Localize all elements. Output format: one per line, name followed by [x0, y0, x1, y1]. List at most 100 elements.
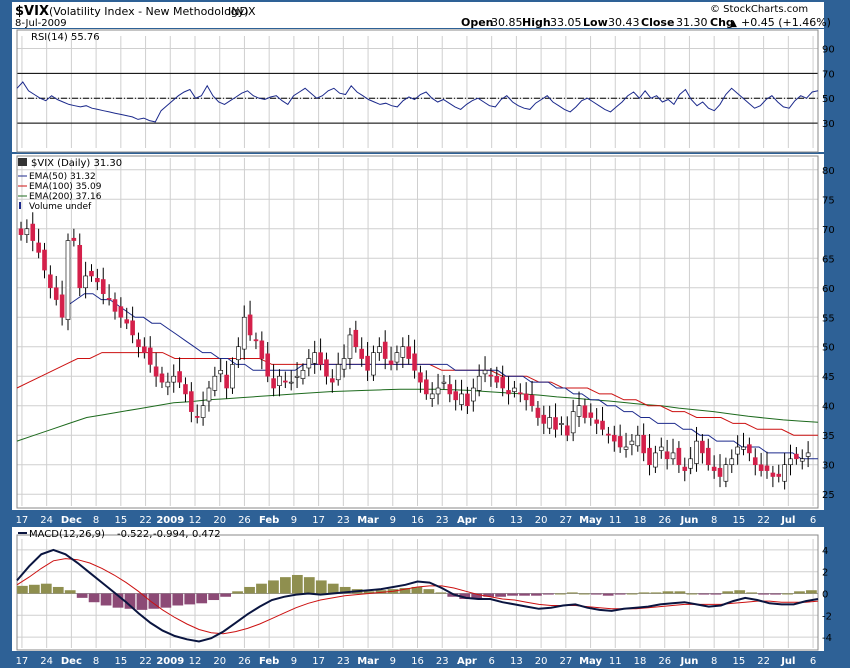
candle-body — [776, 473, 782, 477]
x-tick-label: 8 — [93, 515, 99, 526]
candle-body — [283, 380, 288, 383]
histogram-bar — [76, 593, 88, 598]
price-tick-label: 30 — [822, 461, 835, 472]
price-tick-label: 45 — [822, 372, 835, 383]
candle-body — [382, 341, 388, 359]
candle-body — [89, 270, 94, 277]
candle-body — [676, 447, 682, 466]
candle-body — [576, 405, 582, 417]
histogram-bar — [554, 593, 566, 595]
candle-body — [582, 405, 588, 418]
x-tick-label: 17 — [16, 656, 29, 667]
x-tick-label: 23 — [337, 515, 350, 526]
histogram-bar — [423, 589, 435, 594]
x-tick-label: 27 — [559, 656, 572, 667]
histogram-bar — [674, 591, 686, 594]
x-tick-label: Apr — [457, 515, 477, 526]
price-legend-icon — [18, 158, 27, 166]
histogram-bar — [184, 593, 196, 605]
histogram-bar — [626, 593, 638, 595]
price-tick-label: 80 — [822, 166, 835, 177]
candle-body — [506, 390, 511, 395]
x-tick-label: May — [579, 656, 602, 667]
candle-body — [271, 378, 276, 389]
candle-body — [277, 375, 282, 386]
x-tick-label: 2009 — [156, 656, 184, 667]
histogram-bar — [268, 580, 279, 594]
open-value: 30.85 — [491, 16, 523, 29]
price-tick-label: 50 — [822, 343, 835, 354]
candle-body — [705, 447, 711, 466]
candle-body — [441, 381, 447, 384]
candle-body — [83, 275, 88, 289]
x-tick-label: 24 — [40, 515, 53, 526]
x-tick-label: 26 — [238, 656, 251, 667]
x-tick-label: 27 — [559, 515, 572, 526]
histogram-bar — [88, 593, 100, 603]
candle-body — [600, 420, 605, 430]
x-tick-label: 6 — [810, 515, 816, 526]
candle-body — [611, 434, 617, 442]
macd-legend-v1: -0.522, — [117, 529, 152, 540]
price-tick-label: 70 — [822, 225, 835, 236]
candle-body — [717, 467, 723, 477]
histogram-bar — [734, 590, 746, 594]
candle-body — [535, 407, 541, 418]
x-tick-label: 9 — [390, 515, 396, 526]
candle-body — [429, 393, 435, 399]
candle-body — [799, 458, 805, 462]
macd-tick-label: 0 — [822, 590, 828, 601]
candle-body — [723, 464, 729, 482]
candle-body — [136, 339, 141, 348]
candle-body — [400, 346, 406, 358]
x-tick-label: 2009 — [156, 515, 184, 526]
candle-body — [658, 446, 664, 451]
candle-body — [177, 371, 182, 383]
x-tick-label: 20 — [213, 515, 226, 526]
x-tick-label: 20 — [535, 656, 548, 667]
ema50-legend: EMA(50) 31.32 — [29, 172, 96, 182]
candle-body — [159, 373, 165, 383]
x-axis-price: 17 24 Dec 8 15 22 2009 12 20 26 Feb 9 17 23 Mar 9 16 23 Ap… — [16, 515, 817, 526]
candle-body — [471, 387, 476, 402]
rsi-panel: RSI(14) 55.76 30 50 70 90 — [12, 29, 835, 153]
x-tick-label: 23 — [436, 515, 449, 526]
candle-body — [330, 378, 335, 383]
candle-body — [377, 346, 382, 353]
chart-svg: $VIX (Volatility Index - New Methodology… — [12, 2, 835, 667]
x-tick-label: Feb — [259, 656, 279, 667]
candle-body — [265, 353, 271, 377]
x-axis-macd: 17 24 Dec 8 15 22 2009 12 20 26 Feb 9 17 23 Mar 9 16 23 Ap… — [16, 656, 817, 667]
chg-arrow: ▲ — [730, 19, 737, 29]
candle-body — [617, 436, 623, 448]
price-tick-label: 40 — [822, 402, 835, 413]
candle-body — [670, 452, 676, 460]
x-tick-label: Mar — [357, 515, 379, 526]
candle-body — [371, 352, 376, 376]
candle-body — [424, 379, 429, 395]
histogram-bar — [710, 593, 722, 595]
x-tick-label: 8 — [711, 656, 717, 667]
candle-body — [494, 375, 500, 383]
histogram-bar — [590, 593, 602, 595]
x-tick-label: 12 — [189, 515, 202, 526]
candle-body — [570, 411, 576, 434]
candle-body — [200, 405, 206, 418]
price-tick-label: 75 — [822, 195, 835, 206]
candle-body — [230, 364, 235, 389]
candle-body — [153, 366, 159, 377]
histogram-bar — [303, 577, 315, 594]
candle-body — [183, 384, 188, 395]
macd-tick-label: 4 — [822, 546, 828, 557]
histogram-bar — [543, 593, 554, 595]
candle-body — [500, 377, 505, 389]
histogram-bar — [256, 583, 267, 594]
candle-body — [553, 417, 558, 430]
x-tick-label: 26 — [658, 656, 671, 667]
rsi-tick-label: 30 — [822, 119, 835, 130]
candle-body — [71, 237, 77, 241]
header-date: 8-Jul-2009 — [15, 18, 67, 29]
close-value: 31.30 — [676, 16, 708, 29]
candle-body — [764, 465, 770, 471]
open-label: Open — [461, 16, 494, 29]
